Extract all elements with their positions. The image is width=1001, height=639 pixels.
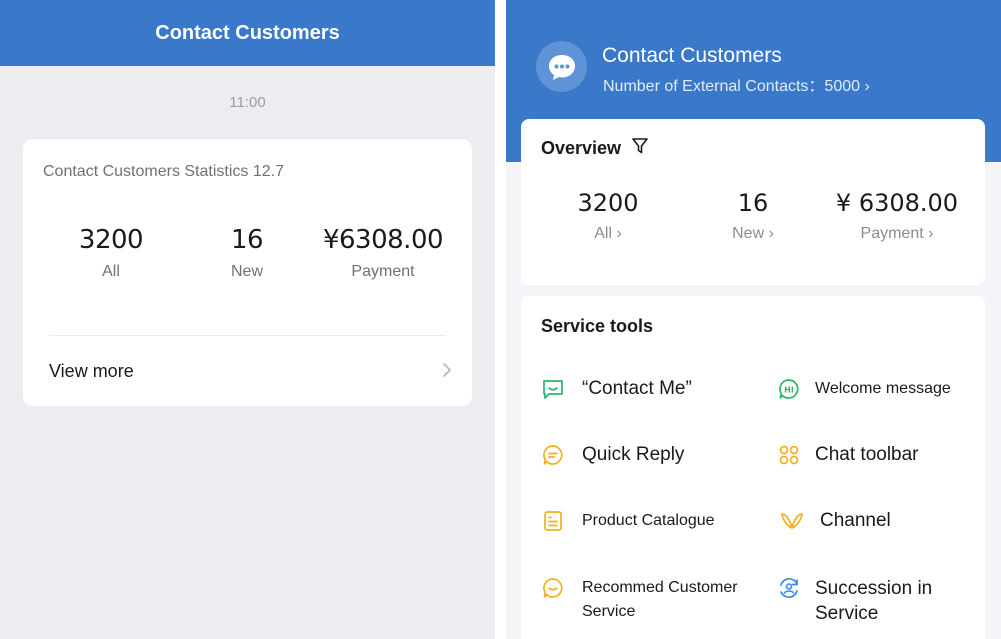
overview-stat-payment[interactable]: ¥ 6308.00 Payment ›	[827, 189, 967, 243]
overview-stat-all-value: 3200	[577, 189, 639, 217]
succession-icon	[777, 576, 801, 600]
app-title: Contact Customers	[602, 44, 782, 67]
hi-bubble-icon: HI	[777, 377, 801, 401]
svg-text:HI: HI	[784, 386, 794, 395]
channel-icon	[780, 509, 804, 533]
tool-label: Product Catalogue	[582, 512, 715, 529]
overview-title: Overview	[541, 137, 649, 160]
divider	[49, 335, 446, 336]
statistics-card[interactable]: Contact Customers Statistics 12.7 3200 A…	[23, 139, 472, 406]
tool-label: Quick Reply	[582, 444, 685, 465]
stat-payment-label: Payment	[351, 263, 415, 280]
overview-stat-all-label: All ›	[594, 225, 622, 242]
stat-new-label: New	[230, 263, 263, 280]
view-more-link[interactable]: View more	[49, 353, 452, 389]
tool-quick-reply[interactable]: Quick Reply	[541, 443, 684, 467]
overview-title-label: Overview	[541, 138, 622, 158]
tool-label: Welcome message	[815, 380, 951, 397]
tool-succession-in-service[interactable]: Succession in Service	[777, 576, 965, 626]
tool-chat-toolbar[interactable]: Chat toolbar	[777, 443, 919, 467]
tool-label: Chat toolbar	[815, 444, 919, 465]
tool-contact-me[interactable]: “Contact Me”	[541, 377, 692, 401]
view-more-label: View more	[49, 360, 134, 381]
chevron-right-icon	[442, 358, 452, 384]
statistics-card-title: Contact Customers Statistics 12.7	[43, 163, 284, 180]
stat-all-label: All	[102, 263, 120, 280]
quick-reply-icon	[541, 443, 565, 467]
panel-gap	[495, 0, 506, 639]
chat-header: Contact Customers	[0, 0, 495, 66]
overview-stat-payment-label: Payment ›	[860, 225, 934, 242]
message-timestamp: 11:00	[229, 94, 266, 111]
chat-bubble-icon	[536, 41, 587, 92]
service-tools-title: Service tools	[541, 316, 654, 336]
stat-all: 3200 All	[41, 225, 181, 281]
tool-channel[interactable]: Channel	[780, 509, 891, 533]
contact-customers-panel: Contact Customers Number of External Con…	[506, 0, 1001, 639]
tool-product-catalogue[interactable]: Product Catalogue	[541, 509, 715, 533]
service-tools-card: Service tools “Contact Me” HI Welcome me…	[521, 296, 985, 639]
stat-all-value: 3200	[78, 225, 144, 255]
stat-new-value: 16	[230, 225, 264, 255]
tool-label: Recommed Customer Service	[582, 579, 738, 620]
overview-stat-all[interactable]: 3200 All ›	[538, 189, 678, 243]
stat-payment-value: ¥6308.00	[322, 225, 444, 255]
external-contacts-link[interactable]: Number of External Contacts：5000 ›	[603, 72, 870, 96]
toolbar-icon	[777, 443, 801, 467]
tool-label: Channel	[820, 510, 891, 531]
tool-welcome-message[interactable]: HI Welcome message	[777, 377, 951, 401]
overview-stat-new-label: New ›	[732, 225, 774, 242]
stat-new: 16 New	[177, 225, 317, 281]
tool-label: Succession in Service	[815, 578, 933, 624]
chat-title: Contact Customers	[155, 21, 340, 44]
recommend-icon	[541, 576, 565, 600]
chat-smile-icon	[541, 377, 565, 401]
overview-card: Overview 3200 All › 16 New › ¥ 6308.00 P…	[521, 119, 985, 285]
tool-label: “Contact Me”	[582, 378, 692, 399]
catalogue-icon	[541, 509, 565, 533]
stat-payment: ¥6308.00 Payment	[313, 225, 453, 281]
filter-icon[interactable]	[631, 137, 649, 160]
overview-stat-new-value: 16	[737, 189, 769, 217]
chat-message-panel: Contact Customers 11:00 Contact Customer…	[0, 0, 495, 639]
tool-recommend-customer-service[interactable]: Recommed Customer Service	[541, 576, 752, 624]
overview-stat-new[interactable]: 16 New ›	[683, 189, 823, 243]
overview-stat-payment-value: ¥ 6308.00	[835, 189, 959, 217]
